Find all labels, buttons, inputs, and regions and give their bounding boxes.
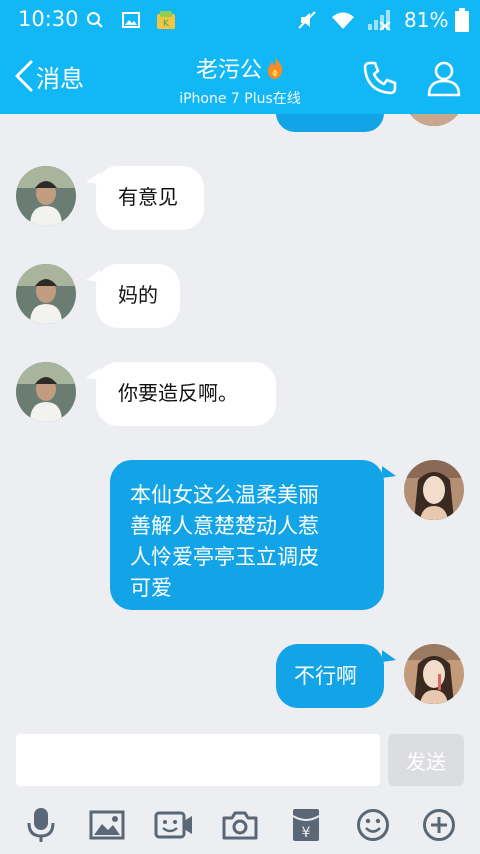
chevron-left-icon — [15, 60, 33, 92]
status-time: 10:30 — [18, 7, 79, 31]
composer-toolbar: ¥ — [0, 796, 480, 854]
video-icon[interactable] — [152, 803, 196, 847]
mic-icon[interactable] — [19, 803, 63, 847]
avatar-contact[interactable] — [16, 166, 76, 226]
gallery-icon — [120, 0, 142, 40]
avatar-contact[interactable] — [16, 264, 76, 324]
app-notification-icon: K — [154, 0, 178, 40]
contact-name: 老污公 — [195, 58, 262, 83]
chat-header: 消息 老污公 iPhone 7 Plus在线 — [0, 40, 480, 114]
person-icon — [427, 61, 461, 97]
flame-icon — [268, 57, 283, 79]
message-line: 可爱 — [130, 576, 172, 600]
avatar-self[interactable] — [404, 114, 464, 126]
phone-icon — [363, 61, 397, 95]
back-button[interactable]: 消息 — [14, 56, 84, 96]
plus-icon[interactable] — [417, 803, 461, 847]
avatar-self[interactable] — [404, 644, 464, 704]
bubble-tail — [382, 466, 396, 478]
message-line: 本仙女这么温柔美丽 — [130, 483, 319, 507]
bubble-tail — [382, 650, 396, 662]
svg-text:¥: ¥ — [302, 825, 311, 841]
online-status: iPhone 7 Plus在线 — [179, 91, 301, 107]
title-block[interactable]: 老污公 iPhone 7 Plus在线 — [120, 52, 360, 108]
mute-icon — [294, 0, 320, 40]
message-text: 不行啊 — [294, 664, 357, 688]
avatar-self[interactable] — [404, 460, 464, 520]
send-button[interactable]: 发送 — [388, 734, 464, 786]
message-text: 有意见 — [118, 185, 178, 209]
message-input[interactable] — [16, 734, 380, 786]
avatar-contact[interactable] — [16, 362, 76, 422]
message-text: 妈的 — [118, 283, 158, 307]
message-bubble-outgoing[interactable]: 本仙女这么温柔美丽 善解人意楚楚动人惹 人怜爱亭亭玉立调皮 可爱 — [110, 460, 384, 610]
camera-icon[interactable] — [218, 803, 262, 847]
call-button[interactable] — [358, 56, 402, 100]
profile-button[interactable] — [422, 56, 466, 100]
message-text: 你要造反啊。 — [118, 381, 238, 405]
chat-list[interactable]: 有意见 妈的 你要造反啊。 本仙女这么温柔美丽 善解人意楚楚动人惹 人怜爱亭亭玉… — [0, 114, 480, 726]
message-line: 人怜爱亭亭玉立调皮 — [130, 545, 319, 569]
red-packet-icon[interactable]: ¥ — [284, 803, 328, 847]
emoji-icon[interactable] — [351, 803, 395, 847]
message-bubble-incoming[interactable]: 你要造反啊。 — [96, 362, 276, 426]
message-bubble-incoming[interactable]: 妈的 — [96, 264, 180, 328]
message-bubble-incoming[interactable]: 有意见 — [96, 166, 204, 230]
signal-icon — [364, 0, 394, 40]
back-label: 消息 — [36, 64, 84, 93]
message-bubble-outgoing-partial[interactable] — [276, 114, 384, 132]
battery-percent: 81% — [404, 8, 449, 32]
composer: 发送 — [0, 726, 480, 796]
status-bar: 10:30 K 81% — [0, 0, 480, 40]
image-icon[interactable] — [85, 803, 129, 847]
battery-icon — [452, 0, 472, 40]
wifi-icon — [328, 0, 358, 40]
search-icon — [84, 0, 106, 40]
message-line: 善解人意楚楚动人惹 — [130, 514, 319, 538]
message-bubble-outgoing[interactable]: 不行啊 — [276, 644, 384, 708]
